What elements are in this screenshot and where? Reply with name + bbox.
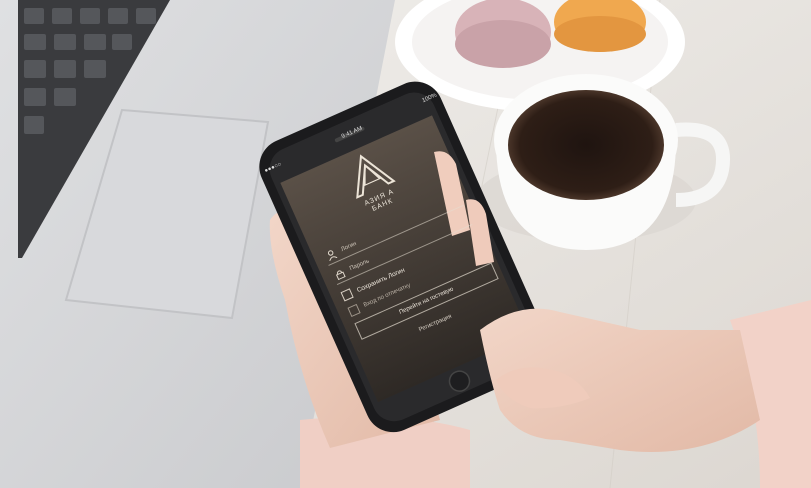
bank-logo: АЗИЯ А БАНК bbox=[333, 142, 411, 219]
battery-level: 100% bbox=[421, 92, 438, 105]
user-icon bbox=[323, 246, 341, 263]
password-placeholder: Пароль bbox=[348, 258, 371, 273]
checkbox-icon bbox=[340, 288, 354, 302]
lock-icon bbox=[331, 266, 349, 283]
login-placeholder: Логин bbox=[340, 241, 358, 254]
carrier-signal: ●●●○○ bbox=[263, 161, 283, 175]
fingerprint-icon bbox=[347, 303, 361, 318]
